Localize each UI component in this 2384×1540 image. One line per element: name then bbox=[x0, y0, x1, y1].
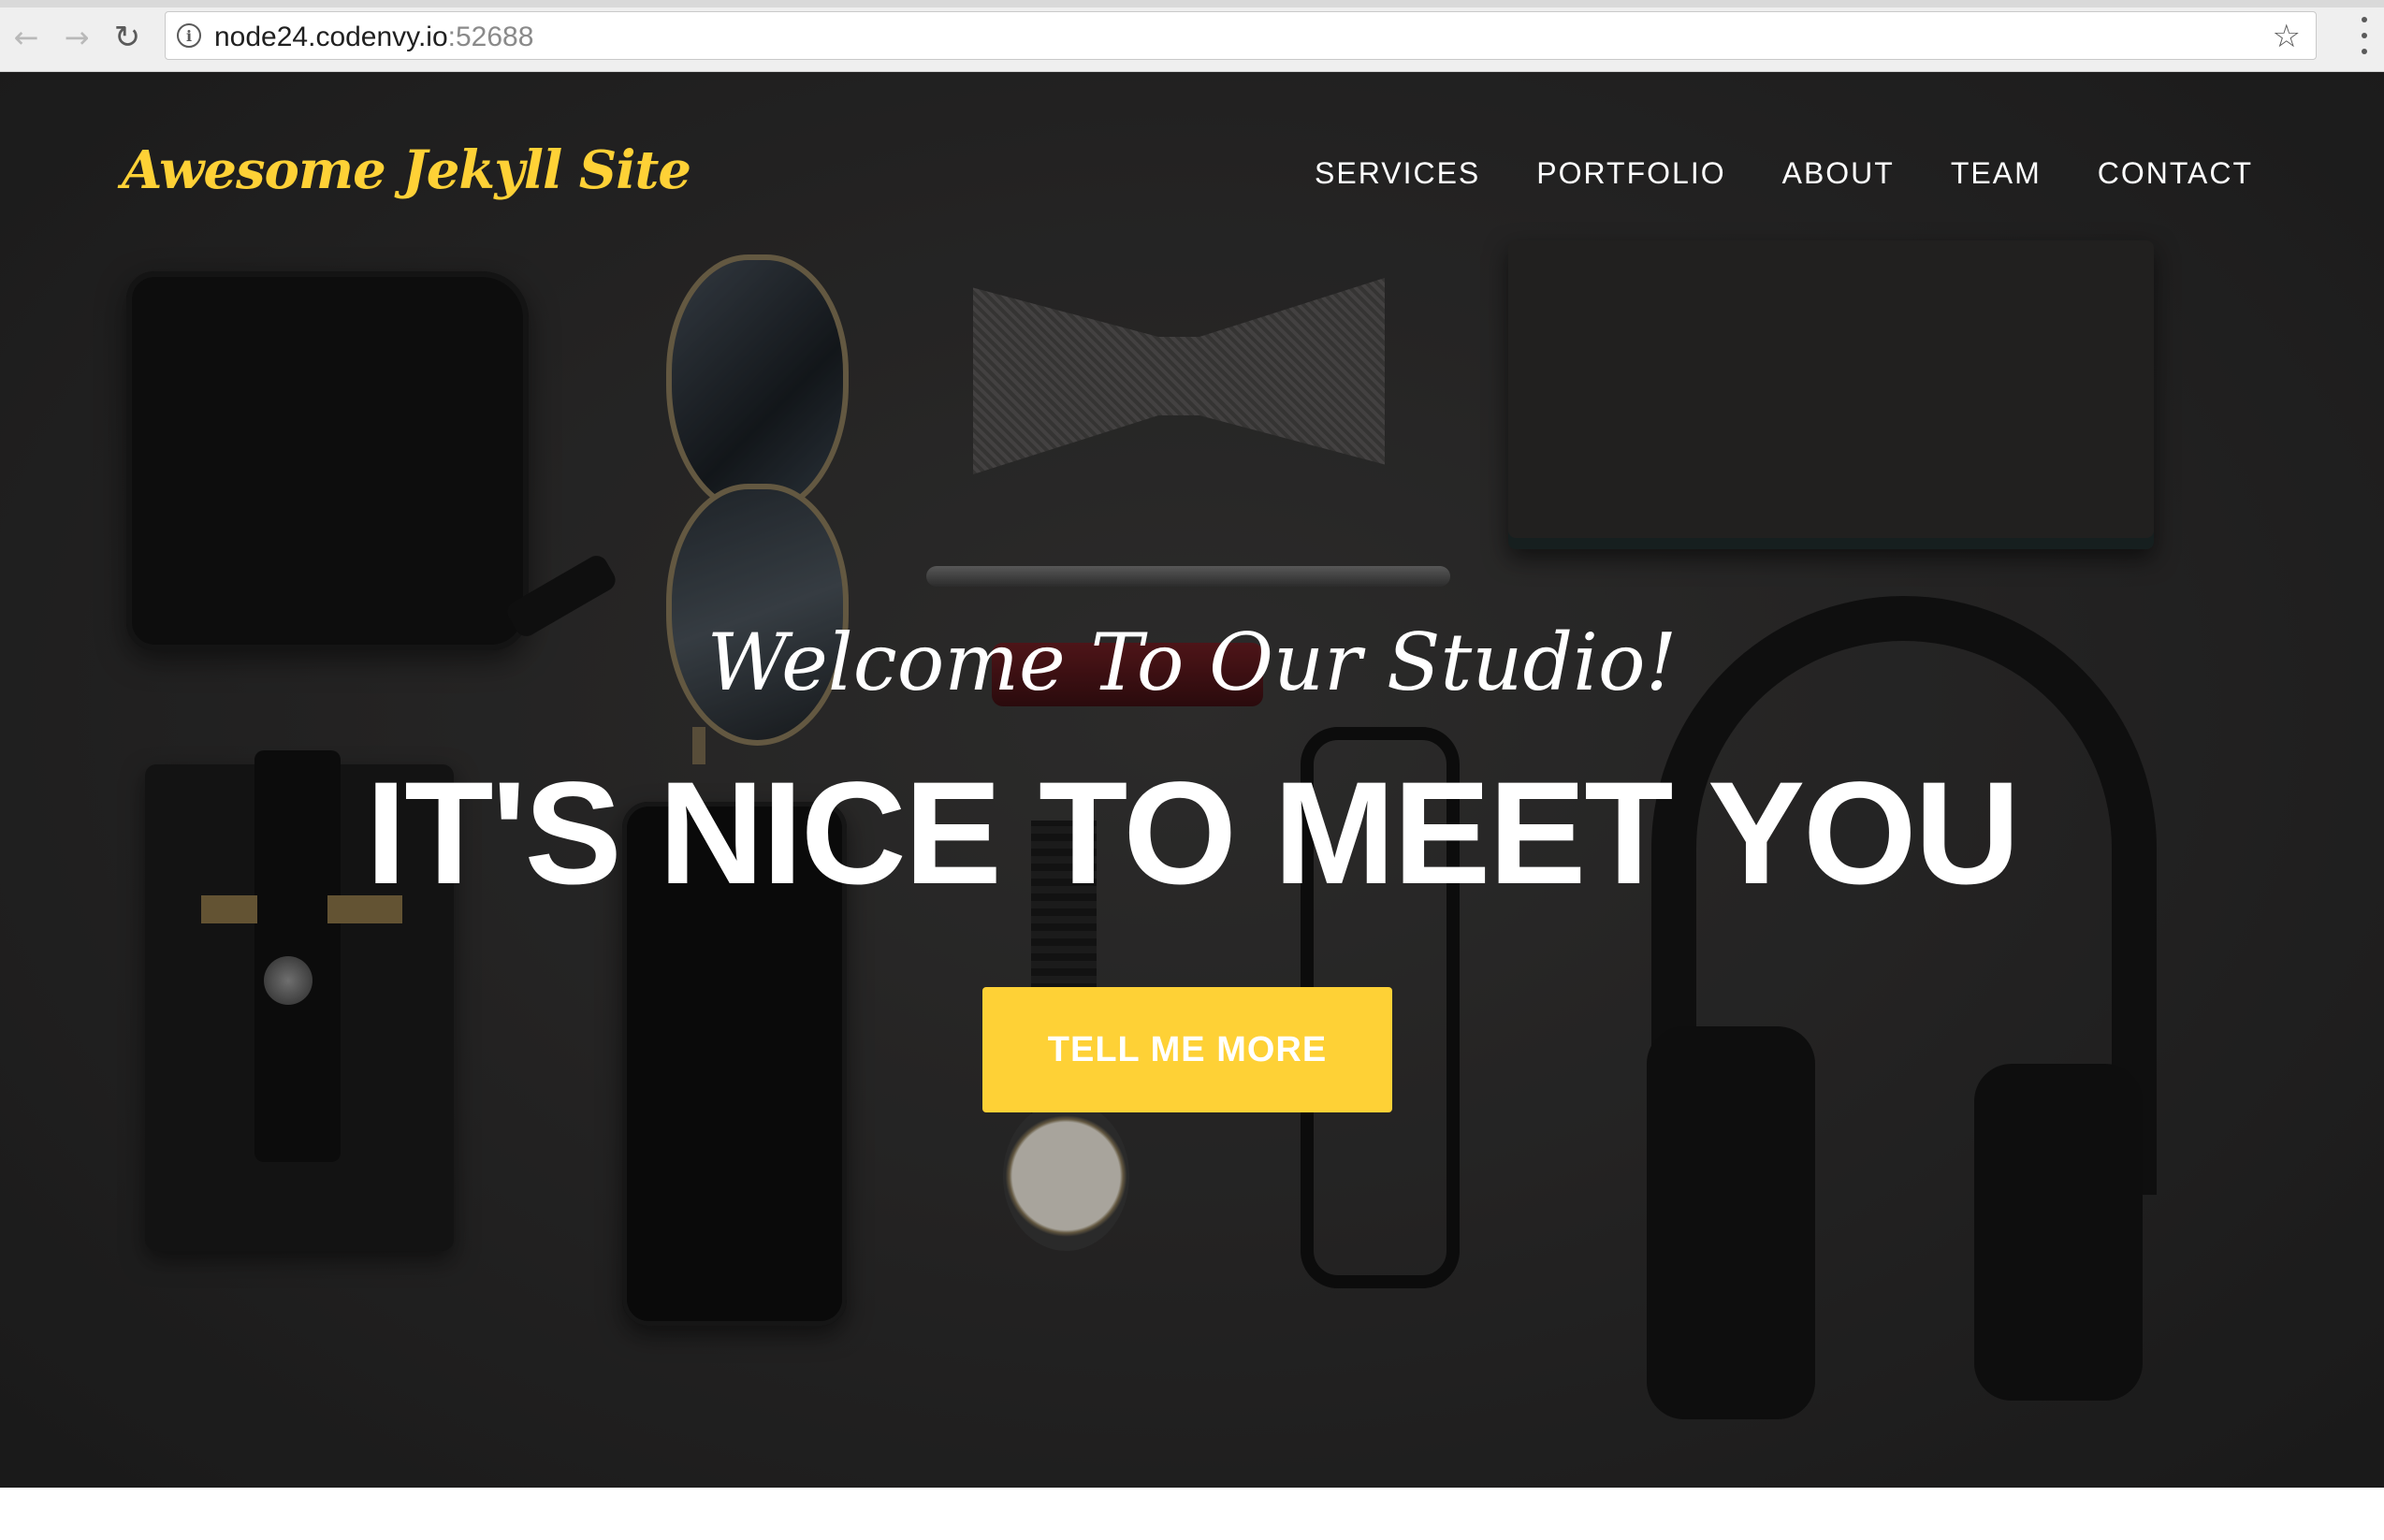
nav-contact[interactable]: CONTACT bbox=[2098, 156, 2253, 191]
back-button[interactable]: ← bbox=[7, 19, 45, 56]
tab-strip bbox=[0, 0, 2384, 7]
nav-portfolio[interactable]: PORTFOLIO bbox=[1536, 156, 1725, 191]
kebab-menu-icon[interactable] bbox=[2360, 17, 2369, 54]
nav-services[interactable]: SERVICES bbox=[1315, 156, 1480, 191]
reload-button[interactable]: ↻ bbox=[109, 19, 146, 56]
brand-logo-link[interactable]: Awesome Jekyll Site bbox=[122, 139, 691, 201]
browser-toolbar: ← → ↻ i node24.codenvy.io:52688 ☆ bbox=[0, 0, 2384, 72]
reload-icon: ↻ bbox=[113, 19, 141, 56]
main-nav: SERVICES PORTFOLIO ABOUT TEAM CONTACT bbox=[1315, 156, 2253, 191]
hero-lead-text: Welcome To Our Studio! bbox=[706, 617, 1678, 708]
url-host: node24.codenvy.io bbox=[214, 22, 448, 52]
forward-button[interactable]: → bbox=[58, 19, 95, 56]
arrow-left-icon: ← bbox=[13, 20, 39, 55]
hero-section: Awesome Jekyll Site SERVICES PORTFOLIO A… bbox=[0, 72, 2384, 1488]
star-icon[interactable]: ☆ bbox=[2273, 18, 2301, 55]
url-text[interactable]: node24.codenvy.io:52688 bbox=[214, 22, 533, 53]
arrow-right-icon: → bbox=[64, 20, 90, 55]
hero-heading: IT'S NICE TO MEET YOU bbox=[365, 752, 2020, 915]
nav-about[interactable]: ABOUT bbox=[1782, 156, 1895, 191]
address-bar[interactable]: i node24.codenvy.io:52688 ☆ bbox=[165, 11, 2317, 60]
url-port: :52688 bbox=[447, 22, 534, 52]
info-icon[interactable]: i bbox=[177, 23, 201, 48]
nav-team[interactable]: TEAM bbox=[1951, 156, 2042, 191]
tell-me-more-button[interactable]: TELL ME MORE bbox=[982, 987, 1392, 1112]
